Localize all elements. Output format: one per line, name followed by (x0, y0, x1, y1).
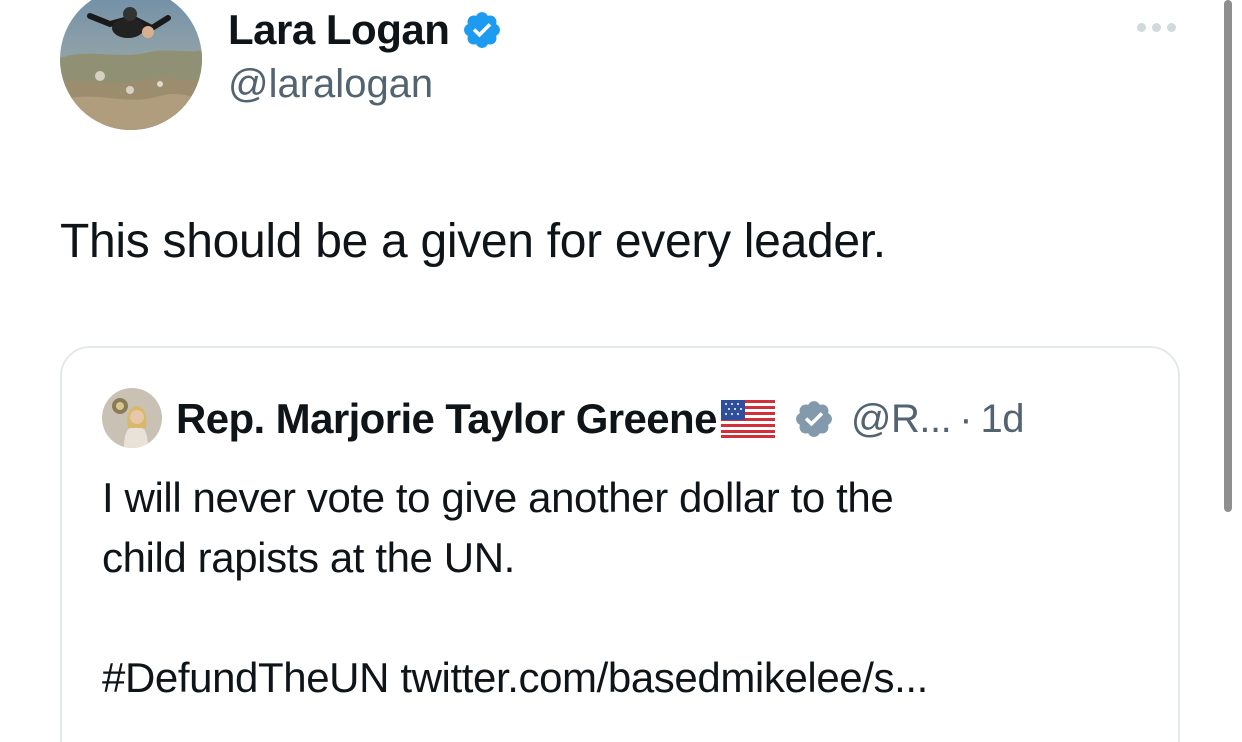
author-display-name[interactable]: Lara Logan (228, 6, 450, 54)
more-horizontal-icon (1136, 22, 1146, 32)
quoted-author-avatar (102, 388, 162, 448)
quoted-tweet-text-line-2: child rapists at the UN. (102, 534, 515, 581)
url-link[interactable]: twitter.com/basedmikelee/s... (400, 654, 928, 701)
verified-badge-icon (461, 9, 503, 51)
author-name-row: Lara Logan (228, 4, 503, 56)
quoted-tweet-header: Rep. Marjorie Taylor Greene @R... · 1d (176, 392, 1025, 446)
hashtag-link[interactable]: #DefundTheUN (102, 654, 389, 701)
quoted-tweet-links: #DefundTheUN twitter.com/basedmikelee/s.… (102, 648, 928, 708)
quoted-tweet-card[interactable]: Rep. Marjorie Taylor Greene @R... · 1d I… (60, 346, 1180, 742)
us-flag-icon (717, 400, 775, 438)
gray-verified-badge-icon (775, 398, 835, 440)
quoted-tweet-timestamp[interactable]: 1d (981, 397, 1025, 442)
tweet-detail-view: Lara Logan @laralogan This should be a g… (0, 0, 1242, 742)
tweet-text: This should be a given for every leader. (60, 215, 886, 268)
scrollbar[interactable] (1224, 0, 1232, 512)
more-options-button[interactable] (1128, 12, 1184, 42)
author-handle[interactable]: @laralogan (228, 62, 433, 107)
quoted-author-handle: @R... (850, 396, 952, 441)
author-avatar[interactable] (60, 0, 202, 130)
quoted-tweet-text-line-1: I will never vote to give another dollar… (102, 474, 894, 521)
separator-dot: · (959, 396, 973, 441)
quoted-author-name: Rep. Marjorie Taylor Greene (176, 395, 717, 442)
